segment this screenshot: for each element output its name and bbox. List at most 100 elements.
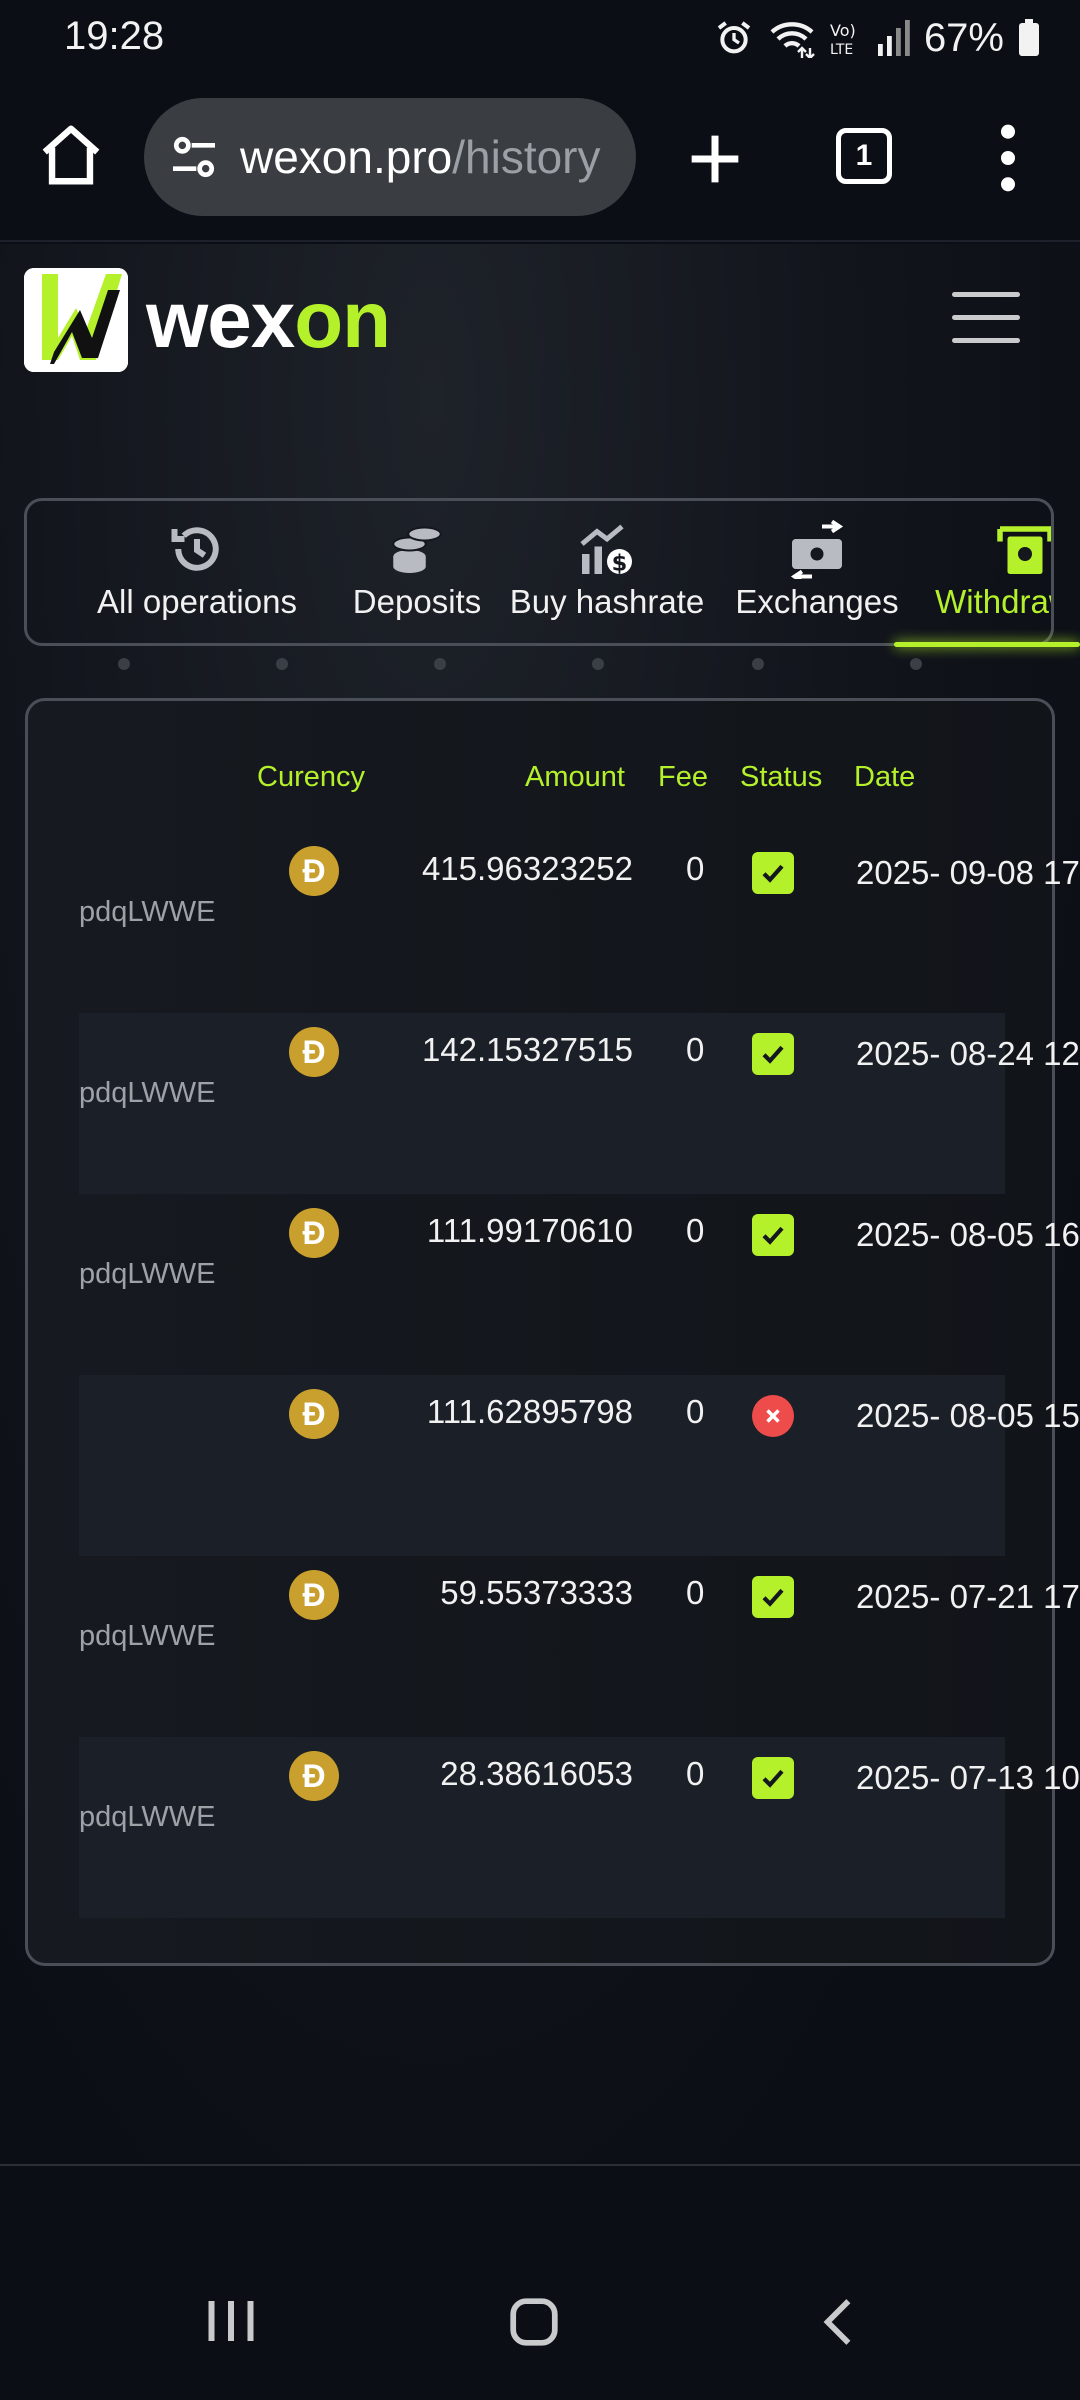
check-icon: [762, 864, 784, 883]
amount-value: 415.96323252: [421, 850, 633, 887]
battery-icon: [1018, 19, 1040, 57]
withdrawals-table: Curency Amount Fee Status Date pdqLWWE Ð 4…: [25, 698, 1080, 1966]
scroll-dot: [752, 658, 764, 670]
address-bar[interactable]: wexon.pro/history: [144, 98, 636, 216]
battery-level: 67%: [923, 15, 1004, 60]
signal-icon: [877, 20, 910, 56]
tab-exchanges[interactable]: Exchanges: [707, 501, 927, 643]
hamburger-line: [952, 315, 1020, 320]
date-value: 2025- 08-05 16:57:48: [856, 1216, 1080, 1253]
cross-icon: [766, 1409, 780, 1423]
active-tab-indicator: [894, 642, 1080, 647]
status-success: [752, 852, 794, 894]
site-logo[interactable]: wexon: [24, 268, 391, 372]
dogecoin-icon: Ð: [289, 846, 339, 896]
status-success: [752, 1576, 794, 1618]
date-value: 2025- 07-13 10:19:33: [856, 1759, 1080, 1796]
site-menu-button[interactable]: [952, 292, 1020, 344]
date-value: 2025- 08-05 15:50:10: [856, 1397, 1080, 1434]
status-time: 19:28: [64, 14, 165, 58]
coins-icon: [392, 526, 442, 573]
web-page: wexon All operations Deposits $ Buy hash…: [0, 244, 1080, 2164]
home-button[interactable]: [36, 120, 106, 190]
tab-count: 1: [855, 139, 873, 172]
back-icon: [823, 2299, 851, 2345]
more-vertical-icon: [1000, 124, 1016, 192]
table-row: pdqLWWE Ð 111.99170610 0 2025- 08-05 16:57:4…: [79, 1194, 1080, 1375]
scroll-dot: [592, 658, 604, 670]
exchange-icon: [790, 519, 844, 579]
fee-value: 0: [686, 1574, 705, 1611]
logo-text: wexon: [146, 275, 391, 364]
header-currency: Curency: [257, 761, 365, 793]
table-row: pdqLWWE Ð 415.96323252 0 2025- 09-08 17:40:2…: [79, 832, 1080, 1013]
fee-value: 0: [686, 1393, 705, 1430]
home-nav-button[interactable]: [508, 2296, 560, 2353]
alarm-icon: [714, 18, 754, 58]
plus-icon: [691, 135, 739, 183]
status-success: [752, 1757, 794, 1799]
header-date: Date: [854, 761, 916, 793]
wallet-name: pdqLWWE: [79, 1077, 216, 1109]
amount-value: 142.15327515: [421, 1031, 633, 1068]
recents-icon: [208, 2301, 254, 2341]
status-success: [752, 1033, 794, 1075]
table-row: pdqLWWE Ð 28.38616053 0 2025- 07-13 10:19:33: [79, 1737, 1080, 1918]
header-fee: Fee: [658, 761, 708, 793]
scroll-dot: [276, 658, 288, 670]
svg-text:LTE: LTE: [830, 42, 853, 58]
amount-value: 28.38616053: [440, 1755, 633, 1792]
browser-toolbar: wexon.pro/history 1: [0, 78, 1080, 242]
dogecoin-icon: Ð: [289, 1389, 339, 1439]
tab-switcher-button[interactable]: 1: [836, 128, 892, 184]
browser-menu-button[interactable]: [990, 120, 1026, 196]
status-icons: Vo) LTE 67%: [714, 12, 1040, 64]
wifi-icon: [768, 18, 816, 58]
hamburger-line: [952, 338, 1020, 343]
tab-withdrawals[interactable]: Withdrawals: [895, 501, 1051, 643]
scroll-dot: [434, 658, 446, 670]
scroll-dot: [910, 658, 922, 670]
check-icon: [762, 1045, 784, 1064]
back-button[interactable]: [818, 2296, 858, 2353]
new-tab-button[interactable]: [680, 124, 750, 194]
svg-text:Vo): Vo): [830, 21, 856, 40]
header-amount: Amount: [525, 761, 625, 793]
url-text[interactable]: wexon.pro/history: [240, 130, 601, 184]
header-status: Status: [740, 761, 823, 793]
date-value: 2025- 09-08 17:40:29: [856, 854, 1080, 891]
history-tabs: All operations Deposits $ Buy hashrate E…: [24, 498, 1054, 646]
recent-apps-button[interactable]: [206, 2296, 256, 2351]
amount-value: 111.62895798: [426, 1393, 633, 1430]
home-nav-icon: [510, 2298, 558, 2346]
url-path: /history: [452, 131, 601, 183]
svg-text:$: $: [612, 550, 628, 576]
amount-value: 59.55373333: [440, 1574, 633, 1611]
check-icon: [762, 1226, 784, 1245]
site-settings-icon[interactable]: [166, 129, 222, 185]
volte-icon: Vo) LTE: [830, 18, 864, 58]
wallet-name: pdqLWWE: [79, 1258, 216, 1290]
url-domain: wexon.pro: [240, 131, 453, 183]
check-icon: [762, 1588, 784, 1607]
wallet-name: pdqLWWE: [79, 1801, 216, 1833]
date-value: 2025- 07-21 17:01:15: [856, 1578, 1080, 1615]
withdraw-icon: [997, 526, 1051, 574]
fee-value: 0: [686, 1031, 705, 1068]
tab-all-operations[interactable]: All operations: [47, 501, 347, 643]
table-row: pdqLWWE Ð 142.15327515 0 2025- 08-24 12:16:2…: [79, 1013, 1080, 1194]
amount-value: 111.99170610: [426, 1212, 633, 1249]
check-icon: [762, 1769, 784, 1788]
history-icon: [171, 527, 219, 571]
table-header: Curency Amount Fee Status Date: [28, 761, 1052, 811]
dogecoin-icon: Ð: [289, 1751, 339, 1801]
chart-dollar-icon: $: [580, 524, 632, 576]
fee-value: 0: [686, 850, 705, 887]
status-bar: 19:28 Vo) LTE 67%: [0, 0, 1080, 78]
dogecoin-icon: Ð: [289, 1208, 339, 1258]
tab-buy-hashrate[interactable]: $ Buy hashrate: [487, 501, 727, 643]
table-row: Ð 111.62895798 0 2025- 08-05 15:50:10: [79, 1375, 1080, 1556]
status-success: [752, 1214, 794, 1256]
system-navigation-bar: [0, 2164, 1080, 2400]
wallet-name: pdqLWWE: [79, 896, 216, 928]
